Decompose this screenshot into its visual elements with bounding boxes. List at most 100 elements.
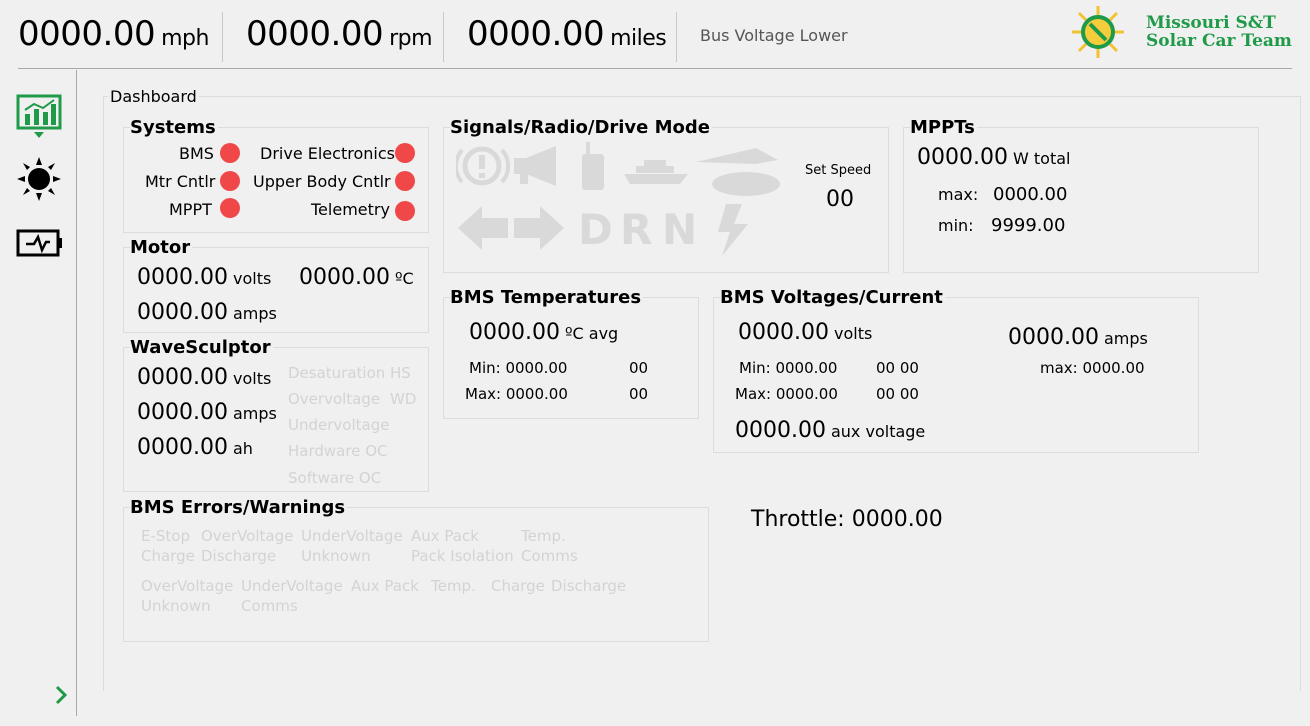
- miles-unit: miles: [610, 26, 667, 51]
- sidebar-item-battery[interactable]: [16, 226, 64, 260]
- motor-volts-value: 0000.00: [137, 265, 228, 290]
- mppt-total: 0000.00 W total: [917, 145, 1070, 170]
- status-message: Bus Voltage Lower: [700, 26, 848, 45]
- divider: [443, 12, 444, 62]
- system-label-motor-controller: Mtr Cntlr: [145, 172, 216, 191]
- sidebar-divider: [76, 70, 77, 716]
- bms-volts-min: Min: 0000.00: [739, 359, 838, 377]
- bms-aux-unit: aux voltage: [830, 422, 926, 441]
- bms-amps-max: max: 0000.00: [1040, 359, 1145, 377]
- arrow-left-icon: [458, 206, 508, 250]
- mppt-max-value: 0000.00: [993, 184, 1068, 205]
- logo-title: Missouri S&T: [1146, 13, 1276, 33]
- status-indicator-motor-controller: [220, 171, 240, 191]
- mppts-title: MPPTs: [910, 117, 977, 138]
- motor-volts: 0000.00 volts: [137, 265, 271, 290]
- system-label-drive-electronics: Drive Electronics: [260, 144, 395, 163]
- chart-icon: [16, 94, 62, 138]
- flag-hardware-oc: Hardware OC: [288, 442, 388, 460]
- throttle-readout: Throttle: 0000.00: [751, 507, 943, 532]
- lightning-icon: [718, 204, 748, 256]
- bms-volts-value: 0000.00: [738, 320, 829, 345]
- flag-desaturation: Desaturation: [288, 364, 386, 382]
- warning-charge: Charge: [491, 577, 545, 595]
- parking-brake-icon: [453, 146, 511, 186]
- systems-title: Systems: [130, 117, 218, 138]
- divider: [676, 12, 677, 62]
- wavesculptor-amps: 0000.00 amps: [137, 400, 277, 425]
- bms-amps-value: 0000.00: [1008, 325, 1099, 350]
- bms-amps: 0000.00 amps: [1008, 325, 1148, 350]
- speed-readout: 0000.00 mph: [18, 14, 209, 54]
- bms-volts-unit: volts: [833, 324, 873, 343]
- wavesculptor-volts: 0000.00 volts: [137, 365, 271, 390]
- warning-undervoltage: UnderVoltage: [241, 577, 343, 595]
- wavesculptor-amps-unit: amps: [232, 404, 277, 423]
- bms-volts-max: Max: 0000.00: [735, 385, 838, 403]
- motor-amps-value: 0000.00: [137, 300, 228, 325]
- bms-volts: 0000.00 volts: [738, 320, 872, 345]
- sidebar-item-dashboard[interactable]: [16, 94, 62, 140]
- wavesculptor-ah-value: 0000.00: [137, 435, 228, 460]
- set-speed-value: 00: [826, 187, 854, 212]
- bms-temp-min-id: 00: [629, 359, 649, 377]
- wavesculptor-amps-value: 0000.00: [137, 400, 228, 425]
- status-indicator-mppt: [220, 198, 240, 218]
- error-comms: Comms: [521, 547, 578, 565]
- warning-comms: Comms: [241, 597, 298, 615]
- mppt-max-label: max:: [938, 185, 979, 204]
- mppt-min-value: 9999.00: [991, 215, 1066, 236]
- motor-title: Motor: [130, 237, 193, 258]
- wavesculptor-volts-unit: volts: [232, 369, 272, 388]
- header-divider: [18, 68, 1292, 69]
- warning-discharge: Discharge: [551, 577, 627, 595]
- bms-temp-max: Max: 0000.00: [465, 385, 568, 403]
- cruise-ship-icon: [624, 160, 688, 184]
- motor-temp: 0000.00 ºC: [299, 265, 414, 290]
- bms-volts-max-id: 00 00: [876, 385, 919, 403]
- bms-temp-avg: 0000.00 ºC avg: [469, 320, 618, 345]
- solar-car-icon: [696, 148, 780, 196]
- error-undervoltage: UnderVoltage: [301, 527, 403, 545]
- bms-volts-min-id: 00 00: [876, 359, 919, 377]
- motor-amps: 0000.00 amps: [137, 300, 277, 325]
- bms-temp-avg-unit: ºC avg: [564, 324, 619, 343]
- rpm-value: 0000.00: [246, 14, 384, 54]
- warning-unknown: Unknown: [141, 597, 211, 615]
- sidebar-item-solar[interactable]: [16, 156, 62, 202]
- mppt-min-label: min:: [938, 216, 974, 235]
- set-speed-label: Set Speed: [805, 163, 872, 178]
- bms-temp-avg-value: 0000.00: [469, 320, 560, 345]
- error-discharge: Discharge: [201, 547, 277, 565]
- drive-mode-r: R: [620, 205, 653, 254]
- signals-title: Signals/Radio/Drive Mode: [450, 117, 713, 138]
- bms-temperatures-title: BMS Temperatures: [450, 287, 644, 308]
- rpm-readout: 0000.00 rpm: [246, 14, 433, 54]
- motor-amps-unit: amps: [232, 304, 277, 323]
- system-label-telemetry: Telemetry: [311, 200, 390, 219]
- divider: [222, 12, 223, 62]
- rpm-unit: rpm: [389, 26, 433, 51]
- arrow-right-icon: [514, 206, 564, 250]
- wavesculptor-ah: 0000.00 ah: [137, 435, 253, 460]
- error-pack-isolation: Pack Isolation: [411, 547, 514, 565]
- mppt-total-unit: W total: [1012, 149, 1071, 168]
- wavesculptor-volts-value: 0000.00: [137, 365, 228, 390]
- bms-temp-max-id: 00: [629, 385, 649, 403]
- chevron-right-icon[interactable]: [52, 684, 72, 706]
- flag-software-oc: Software OC: [288, 469, 382, 487]
- speed-unit: mph: [161, 26, 209, 51]
- wavesculptor-title: WaveSculptor: [130, 337, 273, 358]
- status-indicator-bms: [220, 143, 240, 163]
- status-indicator-upper-body-controller: [395, 171, 415, 191]
- sun-icon: [17, 157, 61, 201]
- warning-aux-pack: Aux Pack: [351, 577, 419, 595]
- error-temp: Temp.: [521, 527, 566, 545]
- bms-aux-voltage: 0000.00 aux voltage: [735, 418, 925, 443]
- throttle-label: Throttle:: [751, 507, 845, 532]
- drive-mode-d: D: [578, 205, 613, 254]
- warning-temp: Temp.: [431, 577, 476, 595]
- system-label-bms: BMS: [179, 144, 214, 163]
- battery-icon: [16, 229, 62, 257]
- system-label-upper-body-controller: Upper Body Cntlr: [253, 172, 391, 191]
